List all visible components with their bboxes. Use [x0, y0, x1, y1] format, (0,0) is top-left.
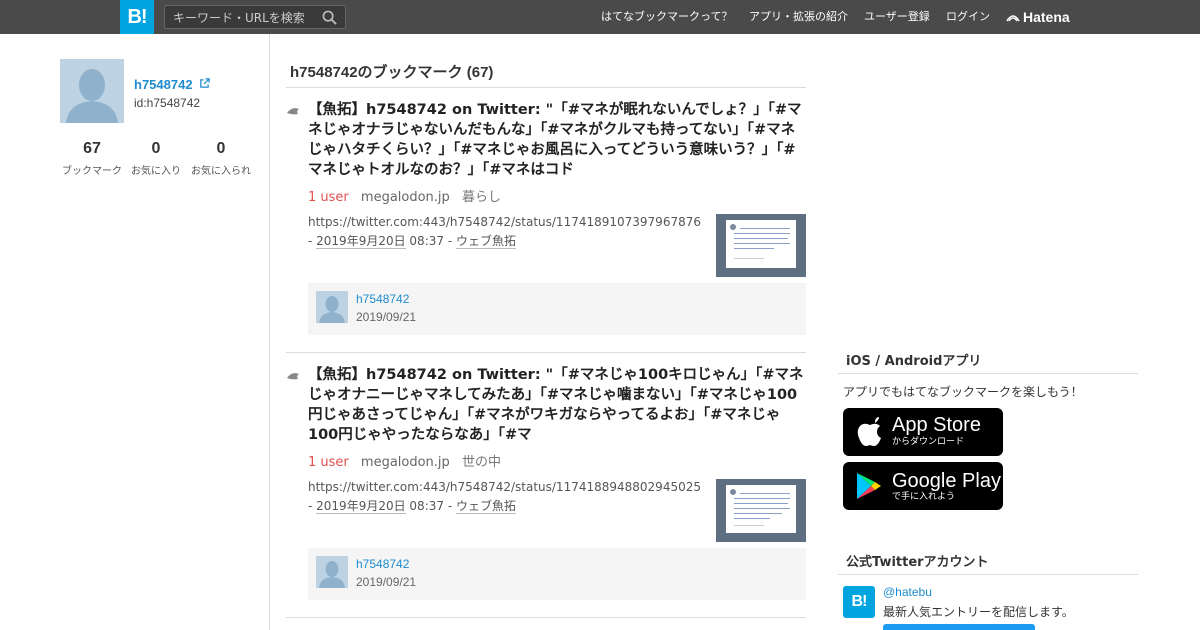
entry-title-link[interactable]: 【魚拓】h7548742 on Twitter: "「#マネが眠れないんでしょ？…: [308, 100, 806, 180]
entry-via-link[interactable]: ウェブ魚拓: [455, 234, 516, 249]
bookmark-entry: 【魚拓】h7548742 on Twitter: "「#マネが眠れないんでしょ？…: [286, 100, 806, 353]
default-avatar-icon: [319, 561, 345, 588]
apple-icon: [857, 417, 881, 446]
gyotaku-favicon-icon: [287, 108, 299, 115]
comment-avatar[interactable]: [316, 556, 348, 588]
twitter-section-title: 公式Twitterアカウント: [846, 555, 989, 570]
entry-users-link[interactable]: 1 user: [308, 190, 349, 205]
entry-date-link[interactable]: 2019年9月20日: [316, 499, 406, 514]
entry-url: https://twitter.com:443/h7548742/status/…: [308, 480, 701, 494]
entry-separator: -: [308, 234, 317, 248]
search-input[interactable]: [173, 9, 318, 26]
google-play-label: Google Play: [892, 470, 1001, 492]
entry-divider: [286, 352, 806, 353]
entry-category-link[interactable]: 世の中: [462, 455, 501, 470]
entry-divider: [286, 617, 806, 618]
nav-apps[interactable]: アプリ・拡張の紹介: [749, 0, 848, 34]
entry-date-link[interactable]: 2019年9月20日: [316, 234, 406, 249]
bookmark-comment: h7548742 2019/09/21: [308, 283, 806, 335]
external-link-icon: [200, 78, 210, 88]
bookmark-comment: h7548742 2019/09/21: [308, 548, 806, 600]
entry-title-link[interactable]: 【魚拓】h7548742 on Twitter: "「#マネじゃ100キロじゃん…: [308, 365, 806, 445]
entry-description: https://twitter.com:443/h7548742/status/…: [308, 213, 708, 251]
entry-time: 08:37 -: [405, 499, 456, 513]
hatena-brand-text: Hatena: [1023, 9, 1070, 25]
comment-username-link[interactable]: h7548742: [356, 292, 409, 306]
title-divider: [286, 87, 806, 88]
entry-users-link[interactable]: 1 user: [308, 455, 349, 470]
stat-favorited-by[interactable]: 0 お気に入られ: [176, 140, 266, 177]
profile-sidebar: h7548742 id:h7548742 67 ブックマーク 0 お気に入り 0…: [0, 34, 270, 630]
hatena-mark-icon: [1006, 15, 1020, 22]
page-title: h7548742のブックマーク (67): [290, 64, 494, 81]
twitter-follow-button[interactable]: [883, 624, 1035, 630]
comment-username-link[interactable]: h7548742: [356, 557, 409, 571]
twitter-account-description: 最新人気エントリーを配信します。: [883, 605, 1074, 619]
nav-login[interactable]: ログイン: [946, 0, 990, 34]
apps-section-title: iOS / Androidアプリ: [846, 354, 982, 369]
twitter-section-divider: [838, 574, 1138, 575]
app-store-sublabel: からダウンロード: [892, 437, 965, 447]
thumbnail-preview: [726, 485, 796, 533]
profile-user-id: id:h7548742: [134, 96, 201, 110]
apps-description: アプリでもはてなブックマークを楽しもう！: [843, 385, 1083, 399]
hatena-brand[interactable]: Hatena: [1006, 0, 1070, 34]
default-avatar-icon: [319, 296, 345, 323]
profile-username-link[interactable]: h7548742: [134, 77, 210, 92]
profile-username: h7548742: [134, 77, 193, 92]
entry-category-link[interactable]: 暮らし: [462, 190, 501, 205]
entry-via-link[interactable]: ウェブ魚拓: [455, 499, 516, 514]
entry-time: 08:37 -: [405, 234, 456, 248]
google-play-button[interactable]: Google Play で手に入れよう: [843, 462, 1003, 510]
search-icon[interactable]: [322, 10, 337, 25]
entry-domain-link[interactable]: megalodon.jp: [361, 190, 450, 205]
nav-about[interactable]: はてなブックマークって？: [601, 0, 732, 34]
entry-thumbnail[interactable]: [716, 214, 806, 277]
entry-thumbnail[interactable]: [716, 479, 806, 542]
google-play-sublabel: で手に入れよう: [892, 492, 956, 502]
comment-avatar[interactable]: [316, 291, 348, 323]
entry-url: https://twitter.com:443/h7548742/status/…: [308, 215, 701, 229]
google-play-icon: [857, 473, 881, 499]
hatena-bookmark-logo[interactable]: B!: [120, 0, 154, 34]
apps-section-divider: [838, 373, 1138, 374]
stat-favorited-by-count: 0: [216, 140, 226, 157]
app-store-label: App Store: [892, 414, 981, 436]
hatebu-account-icon[interactable]: B!: [843, 586, 875, 618]
profile-avatar[interactable]: [60, 59, 124, 123]
bookmark-entry: 【魚拓】h7548742 on Twitter: "「#マネじゃ100キロじゃん…: [286, 365, 806, 618]
entry-description: https://twitter.com:443/h7548742/status/…: [308, 478, 708, 516]
entry-separator: -: [308, 499, 317, 513]
comment-date: 2019/09/21: [356, 310, 417, 324]
app-store-button[interactable]: App Store からダウンロード: [843, 408, 1003, 456]
twitter-handle-link[interactable]: @hatebu: [883, 585, 932, 599]
global-header: B! はてなブックマークって？ アプリ・拡張の紹介 ユーザー登録 ログイン Ha…: [0, 0, 1200, 34]
entry-meta: 1 user megalodon.jp 暮らし: [308, 186, 501, 205]
entry-meta: 1 user megalodon.jp 世の中: [308, 451, 501, 470]
thumbnail-preview: [726, 220, 796, 268]
gyotaku-favicon-icon: [287, 373, 299, 380]
nav-register[interactable]: ユーザー登録: [864, 0, 930, 34]
search-box[interactable]: [164, 5, 346, 29]
comment-date: 2019/09/21: [356, 575, 417, 589]
entry-domain-link[interactable]: megalodon.jp: [361, 455, 450, 470]
stat-favorited-by-label: お気に入られ: [191, 166, 251, 177]
default-avatar-icon: [66, 69, 118, 123]
